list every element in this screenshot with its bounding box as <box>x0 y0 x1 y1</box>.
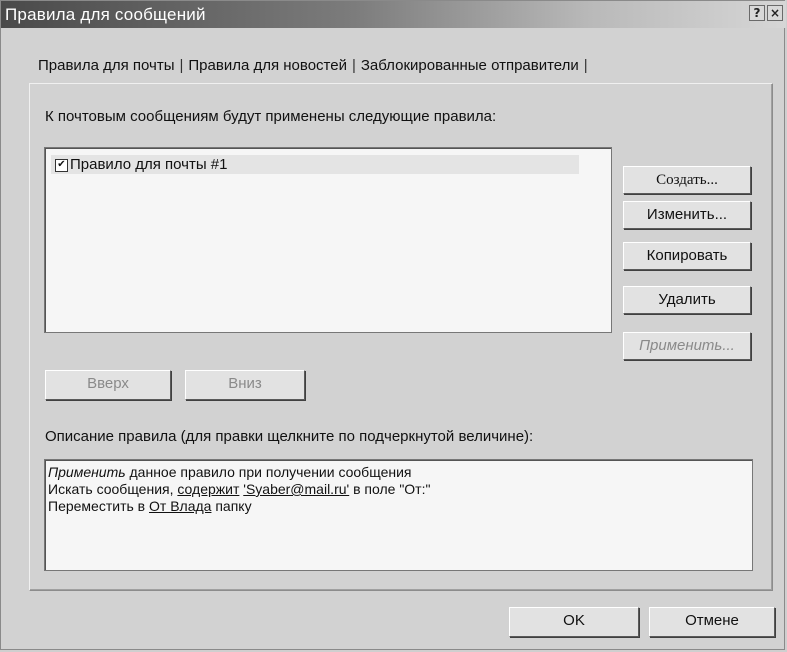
tab-news-rules[interactable]: Правила для новостей <box>186 53 349 78</box>
rule-checkbox[interactable]: ✔ <box>55 158 68 172</box>
message-rules-dialog: Правила для сообщений ? × Правила для по… <box>0 0 786 650</box>
cancel-button[interactable]: Отмене <box>649 607 775 637</box>
description-line: Применить данное правило при получении с… <box>48 464 752 481</box>
help-icon[interactable]: ? <box>749 5 765 21</box>
title-bar[interactable]: Правила для сообщений ? × <box>1 1 786 28</box>
create-button[interactable]: Создать... <box>623 166 751 194</box>
tab-separator: | <box>351 57 356 74</box>
window-title: Правила для сообщений <box>5 5 206 24</box>
description-text: Искать сообщения, <box>48 481 178 497</box>
tab-separator: | <box>179 57 184 74</box>
action-text: Применить <box>48 464 126 480</box>
tab-strip: Правила для почты | Правила для новостей | З… <box>36 53 591 79</box>
move-down-button[interactable]: Вниз <box>185 370 305 400</box>
ok-button[interactable]: OK <box>509 607 639 637</box>
list-item[interactable]: ✔ Правило для почты #1 <box>51 155 579 174</box>
description-line: Переместить в От Влада папку <box>48 498 752 515</box>
description-label: Описание правила (для правки щелкните по… <box>45 428 534 445</box>
description-text: Переместить в <box>48 498 149 514</box>
rules-list-label: К почтовым сообщениям будут применены сл… <box>45 108 497 125</box>
tab-mail-rules[interactable]: Правила для почты <box>36 53 176 78</box>
tab-blocked-senders[interactable]: Заблокированные отправители <box>359 53 581 78</box>
delete-button[interactable]: Удалить <box>623 286 751 314</box>
description-text: папку <box>211 498 252 514</box>
description-line: Искать сообщения, содержит 'Syaber@mail.… <box>48 481 752 498</box>
rules-list[interactable]: ✔ Правило для почты #1 <box>44 147 612 333</box>
rule-description-box: Применить данное правило при получении с… <box>44 459 753 571</box>
tab-separator: | <box>583 57 588 74</box>
sender-address-link[interactable]: 'Syaber@mail.ru' <box>243 481 349 497</box>
apply-button[interactable]: Применить... <box>623 332 751 360</box>
description-text: данное правило при получении сообщения <box>125 464 412 480</box>
condition-link[interactable]: содержит <box>177 481 239 497</box>
close-icon[interactable]: × <box>767 5 783 21</box>
edit-button[interactable]: Изменить... <box>623 201 751 229</box>
description-text: в поле "От:" <box>349 481 431 497</box>
rule-label: Правило для почты #1 <box>70 156 228 173</box>
move-up-button[interactable]: Вверх <box>45 370 171 400</box>
copy-button[interactable]: Копировать <box>623 242 751 270</box>
folder-link[interactable]: От Влада <box>149 498 211 514</box>
